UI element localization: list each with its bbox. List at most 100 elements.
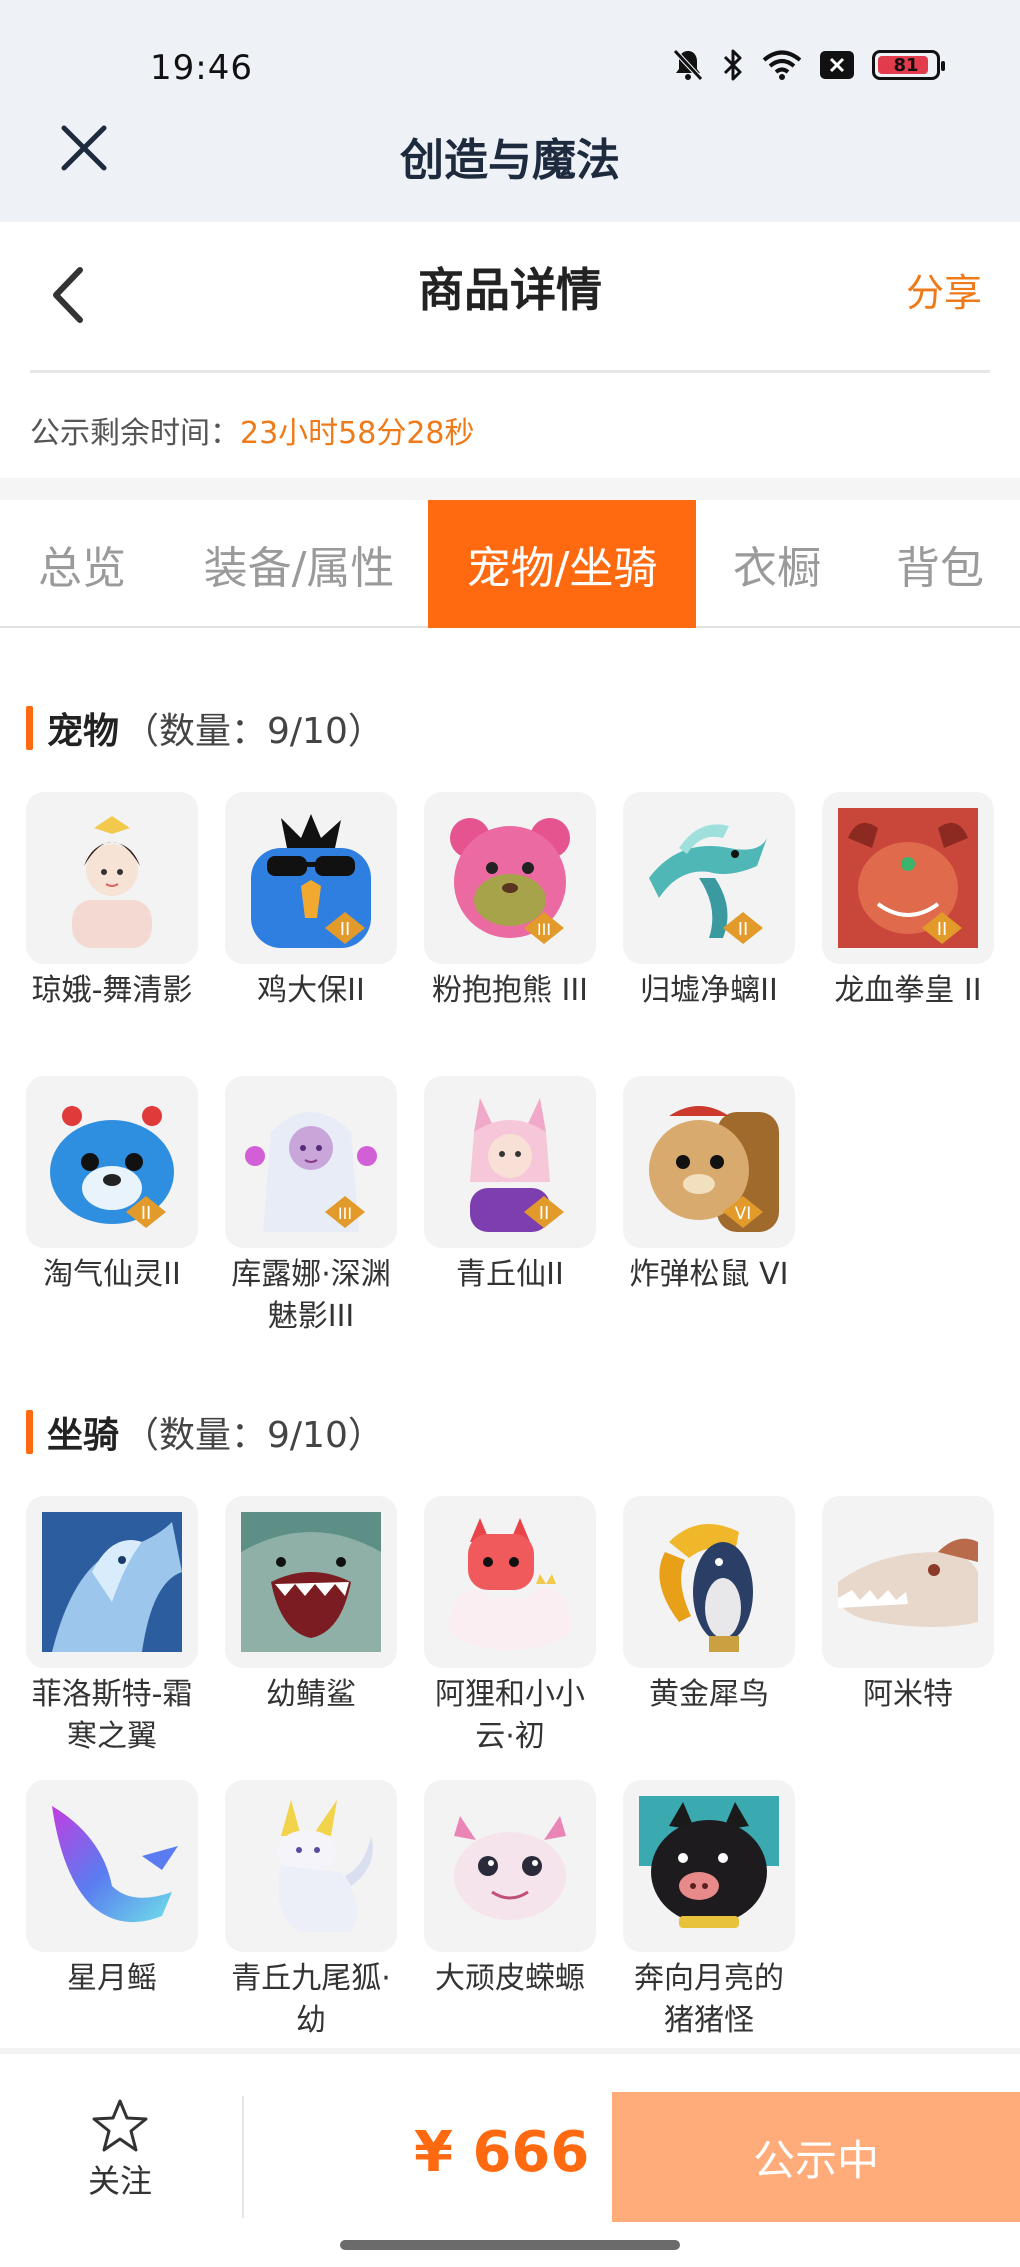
mount-thumbnail[interactable]: [225, 1780, 397, 1952]
pet-fox-girl-icon: II: [470, 1098, 564, 1232]
pet-item[interactable]: 琼娥-舞清影: [26, 792, 198, 1012]
pet-dragon-icon: II: [649, 824, 767, 944]
tab-bar: 总览 装备/属性 宠物/坐骑 衣橱 背包: [0, 500, 1020, 628]
mount-thumbnail[interactable]: [26, 1496, 198, 1668]
mount-item[interactable]: 星月鳐: [26, 1780, 198, 2000]
pet-squirrel-icon: VI: [649, 1106, 779, 1232]
pet-name: 淘气仙灵II: [43, 1257, 181, 1292]
pet-bear-icon: III: [450, 818, 570, 944]
mount-item[interactable]: 幼鲭鲨: [225, 1496, 397, 1716]
svg-text:III: III: [537, 920, 551, 939]
sim-blocked-icon: [820, 51, 854, 79]
pet-thumbnail[interactable]: II: [225, 792, 397, 964]
mount-item[interactable]: 奔向月亮的猪猪怪: [623, 1780, 795, 2042]
star-outline-icon: [92, 2099, 148, 2152]
bottom-bar-separator: [0, 2048, 1020, 2054]
tab-pets-mounts[interactable]: 宠物/坐骑: [428, 500, 696, 628]
battery-indicator: 81: [872, 50, 945, 80]
app-title: 创造与魔法: [400, 135, 620, 186]
pet-name: 鸡大保II: [257, 973, 365, 1008]
follow-button[interactable]: 关注: [60, 2098, 180, 2202]
pet-name: 归墟净螭II: [640, 973, 778, 1008]
mount-shark-icon: [241, 1512, 381, 1652]
pet-item[interactable]: II 淘气仙灵II: [26, 1076, 198, 1296]
page-title: 商品详情: [418, 263, 602, 317]
mount-name: 大顽皮蝾螈: [435, 1961, 585, 1996]
tab-overview[interactable]: 总览: [18, 500, 146, 628]
home-indicator[interactable]: [340, 2240, 680, 2250]
mount-crocodile-icon: [838, 1538, 978, 1627]
mount-item[interactable]: 阿米特: [822, 1496, 994, 1716]
mount-name: 黄金犀鸟: [649, 1677, 769, 1712]
mount-ice-dragon-icon: [42, 1512, 182, 1652]
mounts-count: （数量：9/10）: [123, 1415, 384, 1456]
mount-fox-cloud-icon: [448, 1518, 572, 1650]
pet-thumbnail[interactable]: II: [424, 1076, 596, 1248]
pet-item[interactable]: II 龙血拳皇 II: [822, 792, 994, 1012]
pet-item[interactable]: II 青丘仙II: [424, 1076, 596, 1296]
bottom-divider: [242, 2096, 244, 2218]
mount-axolotl-icon: [454, 1816, 566, 1920]
wifi-icon: [762, 50, 802, 80]
bluetooth-icon: [723, 49, 742, 81]
mount-pig-icon: [639, 1796, 779, 1928]
pet-thumbnail[interactable]: II: [26, 1076, 198, 1248]
app-root: 19:46 81 创造与魔法 商品详情 分享 公示剩余时间：23小时58分28秒…: [0, 0, 1020, 2267]
pet-thumbnail[interactable]: [26, 792, 198, 964]
mount-name: 阿狸和小小云·初: [435, 1677, 585, 1754]
pet-item[interactable]: VI 炸弹松鼠 VI: [623, 1076, 795, 1296]
pet-name: 琼娥-舞清影: [31, 973, 193, 1008]
battery-level: 81: [893, 54, 919, 76]
tab-equipment[interactable]: 装备/属性: [186, 500, 412, 628]
mount-thumbnail[interactable]: [623, 1780, 795, 1952]
pet-thumbnail[interactable]: III: [225, 1076, 397, 1248]
svg-text:II: II: [937, 919, 948, 940]
pet-name: 青丘仙II: [456, 1257, 564, 1292]
svg-text:II: II: [738, 919, 749, 940]
mount-item[interactable]: 菲洛斯特-霜寒之翼: [26, 1496, 198, 1758]
notice-value: 23小时58分28秒: [240, 416, 475, 451]
mount-thumbnail[interactable]: [822, 1496, 994, 1668]
mounts-heading: 坐骑: [47, 1415, 120, 1456]
svg-text:II: II: [141, 1203, 152, 1224]
mount-item[interactable]: 阿狸和小小云·初: [424, 1496, 596, 1758]
mount-thumbnail[interactable]: [424, 1496, 596, 1668]
pet-thumbnail[interactable]: VI: [623, 1076, 795, 1248]
notice-countdown: 公示剩余时间：23小时58分28秒: [30, 408, 475, 452]
status-button[interactable]: 公示中: [612, 2092, 1020, 2222]
price-value: ¥ 666: [414, 2120, 590, 2185]
mount-ninetail-icon: [277, 1800, 373, 1932]
pet-thumbnail[interactable]: III: [424, 792, 596, 964]
mount-thumbnail[interactable]: [26, 1780, 198, 1952]
mount-thumbnail[interactable]: [623, 1496, 795, 1668]
pet-thumbnail[interactable]: II: [623, 792, 795, 964]
pet-sprite-icon: II: [50, 1106, 174, 1228]
header-divider: [30, 370, 990, 373]
mount-item[interactable]: 青丘九尾狐·幼: [225, 1780, 397, 2042]
pet-thumbnail[interactable]: II: [822, 792, 994, 964]
pet-fairy-icon: [72, 816, 152, 948]
pet-item[interactable]: II 归墟净螭II: [623, 792, 795, 1012]
tab-wardrobe[interactable]: 衣橱: [714, 500, 840, 628]
pet-witch-icon: III: [245, 1112, 377, 1232]
mount-item[interactable]: 大顽皮蝾螈: [424, 1780, 596, 2000]
mount-name: 星月鳐: [67, 1961, 157, 1996]
mount-item[interactable]: 黄金犀鸟: [623, 1496, 795, 1716]
notice-label: 公示剩余时间：: [30, 416, 240, 451]
share-button[interactable]: 分享: [906, 262, 982, 317]
pet-item[interactable]: II 鸡大保II: [225, 792, 397, 1012]
follow-label: 关注: [87, 2162, 152, 2200]
mount-ray-icon: [52, 1806, 178, 1923]
mount-name: 奔向月亮的猪猪怪: [634, 1961, 784, 2038]
status-time: 19:46: [150, 48, 253, 88]
tab-backpack[interactable]: 背包: [870, 500, 1010, 628]
svg-text:VI: VI: [735, 1204, 752, 1224]
mount-thumbnail[interactable]: [424, 1780, 596, 1952]
mount-thumbnail[interactable]: [225, 1496, 397, 1668]
section-accent-bar: [26, 1410, 33, 1454]
pet-item[interactable]: III 库露娜·深渊魅影III: [225, 1076, 397, 1338]
svg-text:II: II: [539, 1203, 550, 1224]
pet-item[interactable]: III 粉抱抱熊 III: [424, 792, 596, 1012]
pets-heading: 宠物: [47, 711, 120, 752]
pet-beast-icon: II: [838, 808, 978, 948]
